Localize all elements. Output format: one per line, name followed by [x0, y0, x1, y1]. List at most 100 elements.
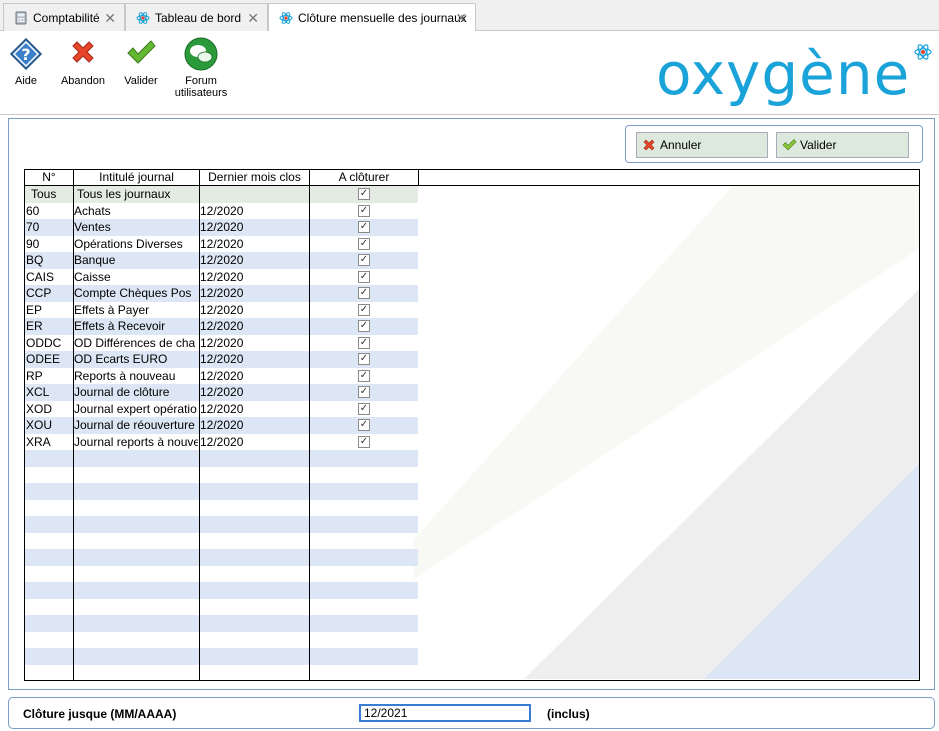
- checkmark-icon: [782, 139, 797, 151]
- close-checkbox[interactable]: ✓: [358, 320, 370, 332]
- close-checkbox[interactable]: ✓: [358, 369, 370, 382]
- empty-row: [25, 467, 418, 484]
- closing-date-input[interactable]: [359, 704, 531, 722]
- last-closed-month: 12/2020: [200, 434, 244, 449]
- abort-button[interactable]: Abandon: [53, 37, 113, 87]
- tab-tableau-de-bord[interactable]: Tableau de bord ✕: [125, 3, 268, 31]
- journal-number: ER: [26, 319, 43, 333]
- table-row[interactable]: ODDC OD Différences de cha 12/2020 ✓: [25, 335, 418, 352]
- empty-row: [25, 483, 418, 500]
- empty-row: [25, 632, 418, 649]
- journal-number: CAIS: [26, 269, 55, 284]
- journal-number: BQ: [26, 253, 44, 267]
- tab-cloture-mensuelle[interactable]: Clôture mensuelle des journaux ✕: [268, 3, 476, 32]
- last-closed-month: 12/2020: [200, 418, 244, 432]
- validate-button[interactable]: Valider: [111, 37, 171, 87]
- empty-row: [25, 500, 418, 517]
- journal-label: Journal de clôture: [74, 385, 170, 399]
- last-closed-month: 12/2020: [200, 269, 244, 284]
- table-row[interactable]: BQ Banque 12/2020 ✓: [25, 252, 418, 269]
- empty-row: [25, 566, 418, 583]
- journal-number: EP: [26, 302, 43, 317]
- journal-label: OD Différences de cha: [74, 335, 196, 350]
- close-icon[interactable]: ✕: [104, 10, 116, 27]
- column-header[interactable]: N°: [25, 170, 74, 186]
- journal-label: Journal de réouverture: [74, 418, 195, 432]
- tab-label: Clôture mensuelle des journaux: [298, 11, 467, 25]
- column-header[interactable]: Intitulé journal: [74, 170, 200, 186]
- empty-row: [25, 450, 418, 467]
- cancel-button[interactable]: Annuler: [636, 132, 768, 158]
- close-checkbox[interactable]: ✓: [358, 386, 370, 398]
- close-checkbox[interactable]: ✓: [358, 336, 370, 349]
- journal-label: Reports à nouveau: [74, 368, 176, 383]
- forum-button[interactable]: Forum utilisateurs: [171, 37, 231, 99]
- tab-comptabilite[interactable]: Comptabilité ✕: [3, 3, 125, 31]
- close-checkbox[interactable]: ✓: [358, 188, 370, 200]
- journal-number: XRA: [26, 434, 51, 449]
- table-row[interactable]: EP Effets à Payer 12/2020 ✓: [25, 302, 418, 319]
- last-closed-month: 12/2020: [200, 236, 244, 251]
- table-row[interactable]: 90 Opérations Diverses 12/2020 ✓: [25, 236, 418, 253]
- table-row[interactable]: Tous Tous les journaux ✓: [25, 186, 418, 203]
- journal-label: OD Ecarts EURO: [74, 352, 168, 366]
- last-closed-month: 12/2020: [200, 368, 244, 383]
- close-checkbox[interactable]: ✓: [358, 435, 370, 448]
- tab-label: Comptabilité: [33, 10, 100, 25]
- close-checkbox[interactable]: ✓: [358, 287, 370, 299]
- close-checkbox[interactable]: ✓: [358, 237, 370, 250]
- closing-date-panel: Clôture jusque (MM/AAAA) (inclus): [8, 697, 935, 729]
- column-header[interactable]: Dernier mois clos: [200, 170, 310, 186]
- close-checkbox[interactable]: ✓: [358, 221, 370, 233]
- journal-label: Effets à Recevoir: [74, 319, 166, 333]
- table-row[interactable]: XOU Journal de réouverture 12/2020 ✓: [25, 417, 418, 434]
- table-row[interactable]: CAIS Caisse 12/2020 ✓: [25, 269, 418, 286]
- close-icon[interactable]: ✕: [247, 10, 259, 27]
- close-checkbox[interactable]: ✓: [358, 254, 370, 266]
- journal-label: Journal reports à nouve: [74, 434, 198, 449]
- validate-button[interactable]: Valider: [776, 132, 909, 158]
- atom-icon: [914, 44, 932, 60]
- journal-number: XOU: [26, 418, 53, 432]
- table-row[interactable]: XOD Journal expert opératio 12/2020 ✓: [25, 401, 418, 418]
- table-row[interactable]: XRA Journal reports à nouve 12/2020 ✓: [25, 434, 418, 451]
- tab-label: Tableau de bord: [155, 10, 242, 25]
- oxygene-logo: oxygène: [656, 40, 911, 108]
- last-closed-month: 12/2020: [200, 319, 244, 333]
- checkmark-icon: [127, 40, 156, 64]
- journals-table: N° Intitulé journal Dernier mois clos A …: [24, 169, 920, 681]
- table-row[interactable]: 70 Ventes 12/2020 ✓: [25, 219, 418, 236]
- empty-row: [25, 648, 418, 665]
- table-row[interactable]: XCL Journal de clôture 12/2020 ✓: [25, 384, 418, 401]
- close-checkbox[interactable]: ✓: [358, 303, 370, 316]
- cancel-icon: [643, 139, 655, 151]
- action-panel: Annuler Valider: [625, 125, 923, 163]
- journal-label: Ventes: [74, 220, 111, 234]
- close-checkbox[interactable]: ✓: [358, 419, 370, 431]
- close-checkbox[interactable]: ✓: [358, 270, 370, 283]
- close-checkbox[interactable]: ✓: [358, 353, 370, 365]
- journal-label: Compte Chèques Pos: [74, 286, 192, 300]
- close-checkbox[interactable]: ✓: [358, 204, 370, 217]
- table-row[interactable]: RP Reports à nouveau 12/2020 ✓: [25, 368, 418, 385]
- table-row[interactable]: ER Effets à Recevoir 12/2020 ✓: [25, 318, 418, 335]
- last-closed-month: 12/2020: [200, 220, 244, 234]
- journal-number: 60: [26, 203, 40, 218]
- help-icon: ?: [9, 37, 43, 71]
- last-closed-month: 12/2020: [200, 352, 244, 366]
- close-icon[interactable]: ✕: [455, 10, 467, 27]
- empty-row: [25, 533, 418, 550]
- table-row[interactable]: CCP Compte Chèques Pos 12/2020 ✓: [25, 285, 418, 302]
- journal-label: Tous les journaux: [77, 187, 171, 201]
- table-row[interactable]: 60 Achats 12/2020 ✓: [25, 203, 418, 220]
- journal-number: XCL: [26, 385, 50, 399]
- journal-number: ODDC: [26, 335, 62, 350]
- empty-row: [25, 516, 418, 533]
- journal-number: XOD: [26, 401, 53, 416]
- column-header[interactable]: A clôturer: [310, 170, 419, 186]
- help-button[interactable]: ? Aide: [0, 37, 56, 87]
- table-row[interactable]: ODEE OD Ecarts EURO 12/2020 ✓: [25, 351, 418, 368]
- svg-text:?: ?: [21, 45, 30, 64]
- close-checkbox[interactable]: ✓: [358, 402, 370, 415]
- journal-number: 70: [26, 220, 40, 234]
